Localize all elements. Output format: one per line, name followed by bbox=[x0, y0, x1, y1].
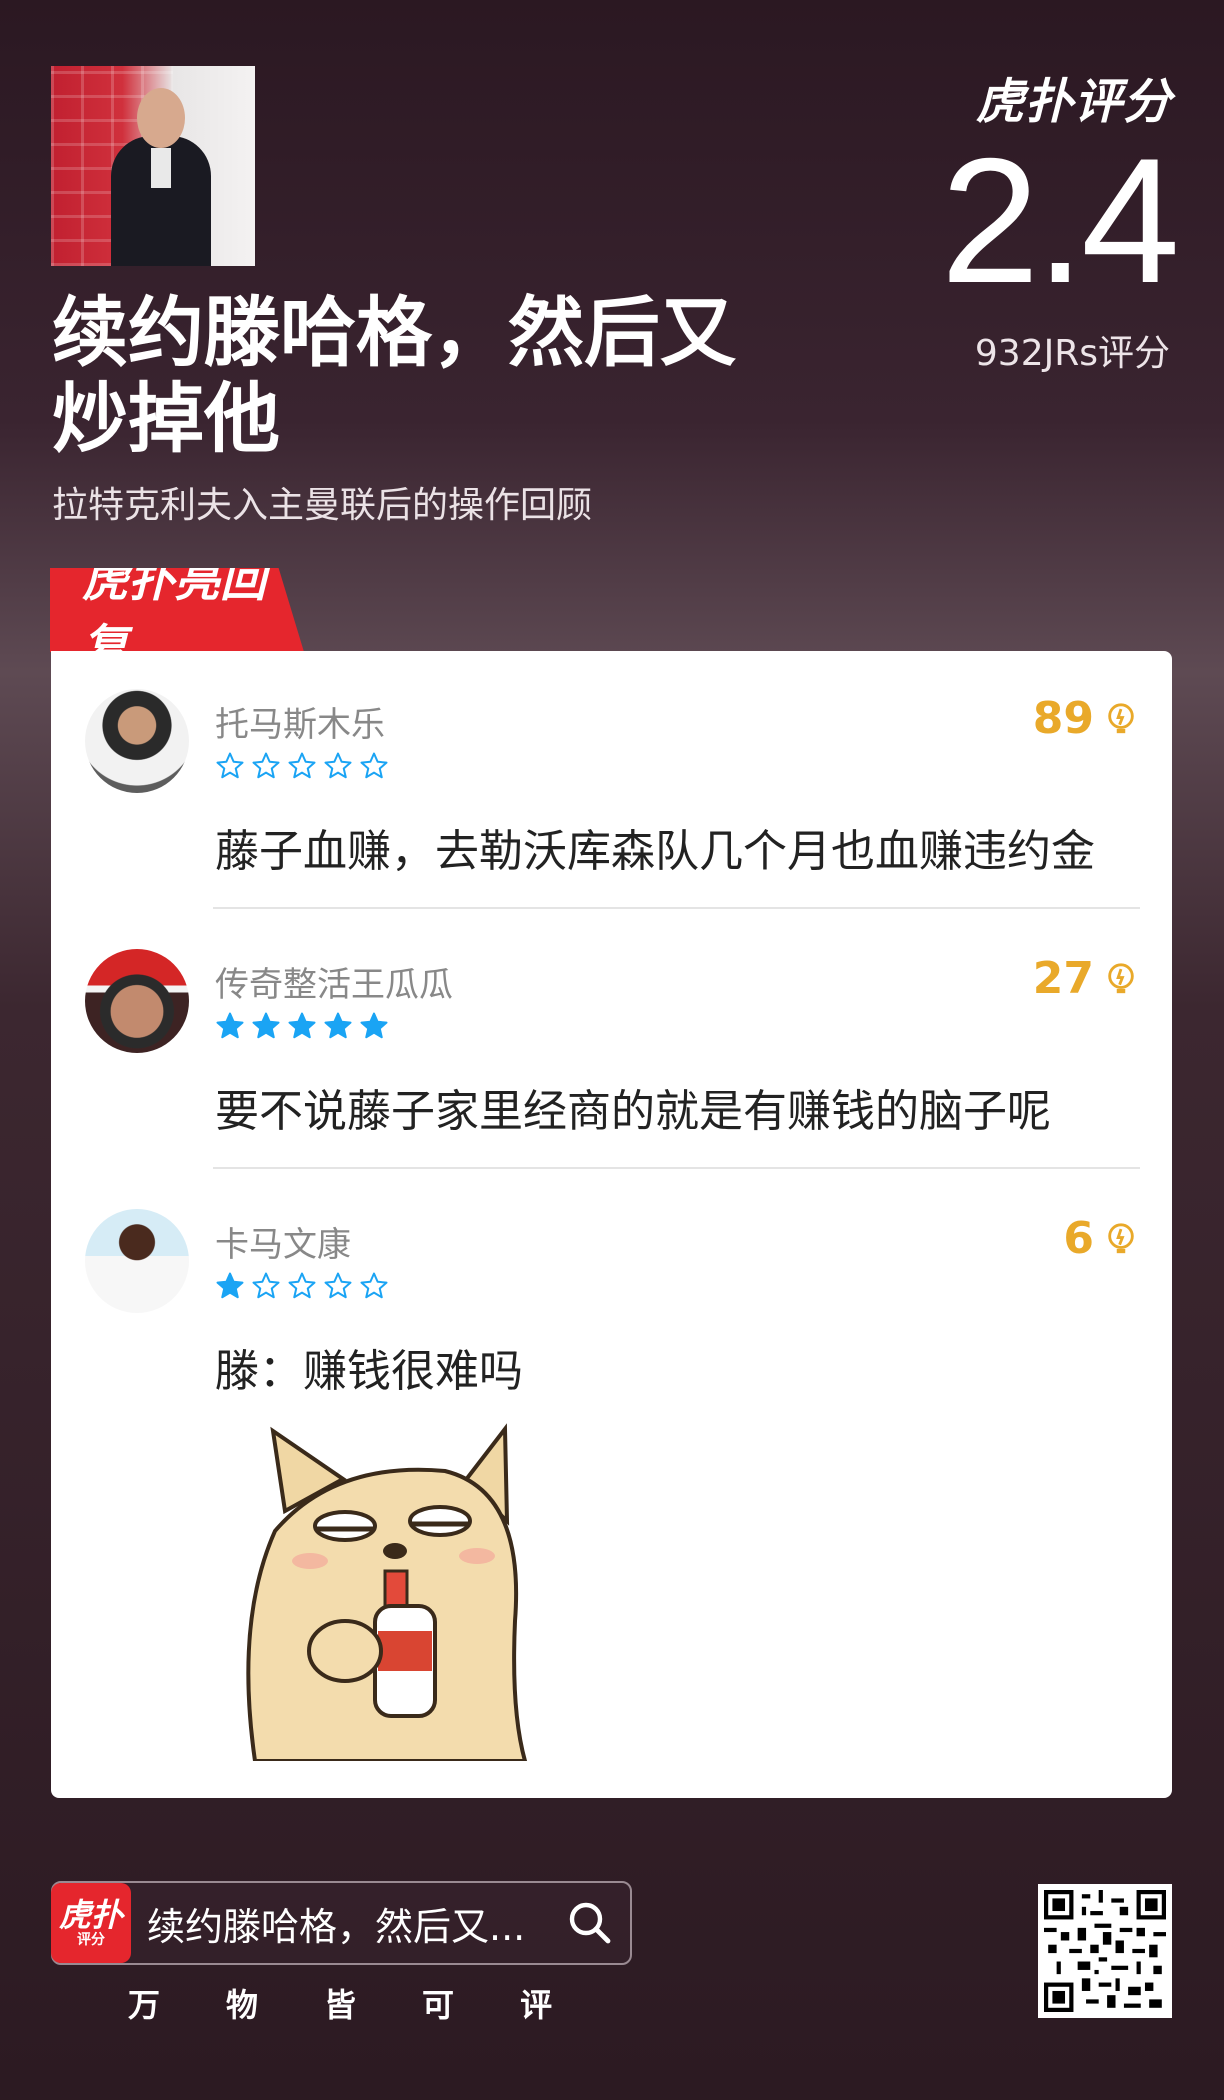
slogan-char: 评 bbox=[520, 1986, 553, 2024]
reply-item[interactable]: 传奇整活王瓜瓜 27 要不说藤子家里经商的就是有赚钱的脑子呢 bbox=[51, 911, 1172, 1171]
star-filled-icon bbox=[252, 1012, 280, 1039]
reply-item[interactable]: 托马斯木乐 89 藤子血赚，去勒沃库森队几个月也血赚违约金 bbox=[51, 651, 1172, 911]
app-icon-sublabel: 评分 bbox=[77, 1932, 105, 1948]
avatar[interactable] bbox=[85, 689, 189, 793]
username[interactable]: 托马斯木乐 bbox=[215, 697, 385, 746]
star-empty-icon bbox=[288, 752, 316, 779]
like-count-value: 89 bbox=[1032, 693, 1094, 744]
replies-card: 托马斯木乐 89 藤子血赚，去勒沃库森队几个月也血赚违约金 传奇整活王瓜瓜 27… bbox=[51, 651, 1172, 1798]
dog-sticker-image bbox=[246, 1423, 528, 1761]
search-icon[interactable] bbox=[566, 1899, 614, 1947]
star-empty-icon bbox=[288, 1272, 316, 1299]
lightbulb-icon bbox=[1108, 702, 1134, 733]
app-icon[interactable]: 虎扑 评分 bbox=[51, 1883, 131, 1963]
like-count-value: 27 bbox=[1032, 953, 1094, 1004]
reply-text: 滕：赚钱很难吗 bbox=[215, 1346, 523, 1397]
star-rating bbox=[215, 751, 389, 781]
star-empty-icon bbox=[360, 1272, 388, 1299]
username[interactable]: 传奇整活王瓜瓜 bbox=[215, 957, 453, 1006]
like-count[interactable]: 89 bbox=[1033, 693, 1138, 744]
star-filled-icon bbox=[360, 1012, 388, 1039]
star-empty-icon bbox=[360, 752, 388, 779]
reply-text: 藤子血赚，去勒沃库森队几个月也血赚违约金 bbox=[215, 826, 1095, 877]
star-filled-icon bbox=[324, 1012, 352, 1039]
section-tag: 虎扑亮回复 bbox=[50, 568, 304, 652]
slogan-char: 物 bbox=[226, 1986, 259, 2024]
search-query-text[interactable]: 续约滕哈格，然后又... bbox=[147, 1896, 566, 1951]
avatar[interactable] bbox=[85, 1209, 189, 1313]
qr-code[interactable] bbox=[1038, 1884, 1172, 2018]
topic-cover-image bbox=[51, 66, 255, 266]
score-value: 2.4 bbox=[940, 121, 1180, 320]
star-empty-icon bbox=[252, 752, 280, 779]
star-rating bbox=[215, 1271, 389, 1301]
app-icon-label: 虎扑 bbox=[58, 1896, 123, 1934]
page-title: 续约滕哈格，然后又炒掉他 bbox=[52, 288, 736, 463]
like-count-value: 6 bbox=[1063, 1213, 1094, 1264]
star-filled-icon bbox=[216, 1012, 244, 1039]
reply-text: 要不说藤子家里经商的就是有赚钱的脑子呢 bbox=[215, 1086, 1051, 1137]
page-subtitle: 拉特克利夫入主曼联后的操作回顾 bbox=[52, 485, 593, 526]
avatar[interactable] bbox=[85, 949, 189, 1053]
slogan-char: 可 bbox=[422, 1986, 455, 2024]
star-filled-icon bbox=[216, 1272, 244, 1299]
star-empty-icon bbox=[324, 752, 352, 779]
star-rating bbox=[215, 1011, 389, 1041]
slogan: 万 物 皆 可 评 bbox=[128, 1980, 552, 2026]
username[interactable]: 卡马文康 bbox=[215, 1217, 351, 1266]
star-empty-icon bbox=[252, 1272, 280, 1299]
slogan-char: 万 bbox=[128, 1986, 161, 2024]
search-bar[interactable]: 虎扑 评分 续约滕哈格，然后又... bbox=[51, 1881, 632, 1965]
lightbulb-icon bbox=[1108, 1222, 1134, 1253]
star-empty-icon bbox=[216, 752, 244, 779]
rating-count: 932JRs评分 bbox=[974, 333, 1170, 374]
like-count[interactable]: 27 bbox=[1033, 953, 1138, 1004]
like-count[interactable]: 6 bbox=[1063, 1213, 1138, 1264]
star-filled-icon bbox=[288, 1012, 316, 1039]
lightbulb-icon bbox=[1108, 962, 1134, 993]
star-empty-icon bbox=[324, 1272, 352, 1299]
reply-item[interactable]: 卡马文康 6 滕：赚钱很难吗 bbox=[51, 1171, 1172, 1798]
slogan-char: 皆 bbox=[324, 1986, 357, 2024]
divider bbox=[213, 907, 1140, 909]
divider bbox=[213, 1167, 1140, 1169]
